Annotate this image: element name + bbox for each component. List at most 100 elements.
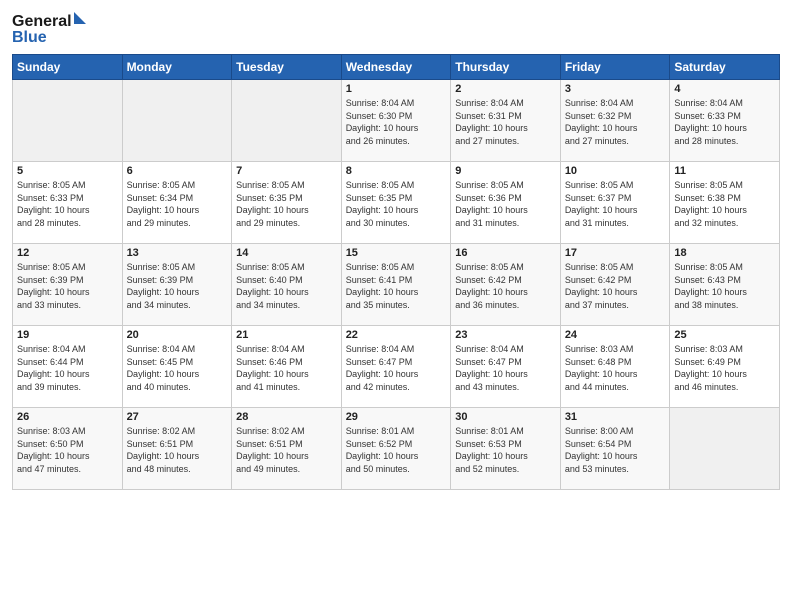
day-info: Sunrise: 8:01 AM Sunset: 6:53 PM Dayligh… <box>455 425 556 475</box>
day-info: Sunrise: 8:05 AM Sunset: 6:34 PM Dayligh… <box>127 179 228 229</box>
day-number: 21 <box>236 329 337 341</box>
week-row-4: 19 Sunrise: 8:04 AM Sunset: 6:44 PM Dayli… <box>13 326 780 408</box>
day-cell: 28 Sunrise: 8:02 AM Sunset: 6:51 PM Dayli… <box>232 408 342 490</box>
day-cell: 30 Sunrise: 8:01 AM Sunset: 6:53 PM Dayli… <box>451 408 561 490</box>
day-info: Sunrise: 8:02 AM Sunset: 6:51 PM Dayligh… <box>236 425 337 475</box>
day-number: 16 <box>455 247 556 259</box>
day-number: 27 <box>127 411 228 423</box>
day-cell <box>670 408 780 490</box>
day-number: 1 <box>346 83 447 95</box>
day-info: Sunrise: 8:05 AM Sunset: 6:42 PM Dayligh… <box>455 261 556 311</box>
day-cell: 27 Sunrise: 8:02 AM Sunset: 6:51 PM Dayli… <box>122 408 232 490</box>
day-info: Sunrise: 8:04 AM Sunset: 6:46 PM Dayligh… <box>236 343 337 393</box>
header: GeneralBlue <box>12 10 780 46</box>
day-info: Sunrise: 8:05 AM Sunset: 6:40 PM Dayligh… <box>236 261 337 311</box>
day-info: Sunrise: 8:02 AM Sunset: 6:51 PM Dayligh… <box>127 425 228 475</box>
day-info: Sunrise: 8:05 AM Sunset: 6:38 PM Dayligh… <box>674 179 775 229</box>
day-number: 22 <box>346 329 447 341</box>
day-cell: 5 Sunrise: 8:05 AM Sunset: 6:33 PM Daylig… <box>13 162 123 244</box>
day-cell: 8 Sunrise: 8:05 AM Sunset: 6:35 PM Daylig… <box>341 162 451 244</box>
day-info: Sunrise: 8:05 AM Sunset: 6:35 PM Dayligh… <box>346 179 447 229</box>
day-number: 9 <box>455 165 556 177</box>
day-cell: 22Sunrise: 8:04 AM Sunset: 6:47 PM Dayli… <box>341 326 451 408</box>
day-number: 28 <box>236 411 337 423</box>
day-number: 14 <box>236 247 337 259</box>
day-number: 11 <box>674 165 775 177</box>
day-info: Sunrise: 8:03 AM Sunset: 6:50 PM Dayligh… <box>17 425 118 475</box>
day-number: 12 <box>17 247 118 259</box>
day-cell: 15 Sunrise: 8:05 AM Sunset: 6:41 PM Dayli… <box>341 244 451 326</box>
day-number: 18 <box>674 247 775 259</box>
day-cell <box>122 80 232 162</box>
day-number: 2 <box>455 83 556 95</box>
day-cell: 18 Sunrise: 8:05 AM Sunset: 6:43 PM Dayli… <box>670 244 780 326</box>
day-info: Sunrise: 8:04 AM Sunset: 6:32 PM Dayligh… <box>565 97 666 147</box>
svg-text:Blue: Blue <box>12 29 47 46</box>
calendar-body: 1Sunrise: 8:04 AM Sunset: 6:30 PM Daylig… <box>13 80 780 490</box>
day-cell: 1Sunrise: 8:04 AM Sunset: 6:30 PM Daylig… <box>341 80 451 162</box>
day-cell: 14 Sunrise: 8:05 AM Sunset: 6:40 PM Dayli… <box>232 244 342 326</box>
day-number: 26 <box>17 411 118 423</box>
day-number: 19 <box>17 329 118 341</box>
day-cell: 16 Sunrise: 8:05 AM Sunset: 6:42 PM Dayli… <box>451 244 561 326</box>
day-number: 17 <box>565 247 666 259</box>
day-info: Sunrise: 8:05 AM Sunset: 6:42 PM Dayligh… <box>565 261 666 311</box>
header-cell-wednesday: Wednesday <box>341 55 451 80</box>
day-info: Sunrise: 8:05 AM Sunset: 6:41 PM Dayligh… <box>346 261 447 311</box>
day-info: Sunrise: 8:01 AM Sunset: 6:52 PM Dayligh… <box>346 425 447 475</box>
day-info: Sunrise: 8:04 AM Sunset: 6:31 PM Dayligh… <box>455 97 556 147</box>
day-info: Sunrise: 8:05 AM Sunset: 6:43 PM Dayligh… <box>674 261 775 311</box>
day-cell <box>232 80 342 162</box>
header-cell-saturday: Saturday <box>670 55 780 80</box>
logo: GeneralBlue <box>12 10 92 46</box>
day-info: Sunrise: 8:05 AM Sunset: 6:33 PM Dayligh… <box>17 179 118 229</box>
day-number: 31 <box>565 411 666 423</box>
day-number: 3 <box>565 83 666 95</box>
day-cell: 9 Sunrise: 8:05 AM Sunset: 6:36 PM Daylig… <box>451 162 561 244</box>
day-cell: 3 Sunrise: 8:04 AM Sunset: 6:32 PM Daylig… <box>560 80 670 162</box>
day-number: 23 <box>455 329 556 341</box>
header-cell-tuesday: Tuesday <box>232 55 342 80</box>
day-info: Sunrise: 8:05 AM Sunset: 6:36 PM Dayligh… <box>455 179 556 229</box>
day-number: 29 <box>346 411 447 423</box>
day-number: 20 <box>127 329 228 341</box>
day-number: 15 <box>346 247 447 259</box>
day-cell: 24 Sunrise: 8:03 AM Sunset: 6:48 PM Dayli… <box>560 326 670 408</box>
day-cell <box>13 80 123 162</box>
page-container: GeneralBlue SundayMondayTuesdayWednesday… <box>0 0 792 498</box>
day-cell: 29 Sunrise: 8:01 AM Sunset: 6:52 PM Dayli… <box>341 408 451 490</box>
day-info: Sunrise: 8:04 AM Sunset: 6:33 PM Dayligh… <box>674 97 775 147</box>
day-cell: 12Sunrise: 8:05 AM Sunset: 6:39 PM Dayli… <box>13 244 123 326</box>
week-row-2: 5 Sunrise: 8:05 AM Sunset: 6:33 PM Daylig… <box>13 162 780 244</box>
svg-text:General: General <box>12 13 72 30</box>
week-row-5: 26 Sunrise: 8:03 AM Sunset: 6:50 PM Dayli… <box>13 408 780 490</box>
day-number: 7 <box>236 165 337 177</box>
calendar-table: SundayMondayTuesdayWednesdayThursdayFrid… <box>12 54 780 490</box>
day-cell: 10Sunrise: 8:05 AM Sunset: 6:37 PM Dayli… <box>560 162 670 244</box>
day-cell: 31 Sunrise: 8:00 AM Sunset: 6:54 PM Dayli… <box>560 408 670 490</box>
day-number: 5 <box>17 165 118 177</box>
day-number: 30 <box>455 411 556 423</box>
day-info: Sunrise: 8:00 AM Sunset: 6:54 PM Dayligh… <box>565 425 666 475</box>
day-cell: 19 Sunrise: 8:04 AM Sunset: 6:44 PM Dayli… <box>13 326 123 408</box>
day-cell: 25 Sunrise: 8:03 AM Sunset: 6:49 PM Dayli… <box>670 326 780 408</box>
day-number: 24 <box>565 329 666 341</box>
day-cell: 7Sunrise: 8:05 AM Sunset: 6:35 PM Daylig… <box>232 162 342 244</box>
day-info: Sunrise: 8:04 AM Sunset: 6:44 PM Dayligh… <box>17 343 118 393</box>
day-cell: 2 Sunrise: 8:04 AM Sunset: 6:31 PM Daylig… <box>451 80 561 162</box>
day-number: 10 <box>565 165 666 177</box>
header-cell-thursday: Thursday <box>451 55 561 80</box>
day-cell: 11 Sunrise: 8:05 AM Sunset: 6:38 PM Dayli… <box>670 162 780 244</box>
day-number: 8 <box>346 165 447 177</box>
day-info: Sunrise: 8:04 AM Sunset: 6:45 PM Dayligh… <box>127 343 228 393</box>
day-number: 25 <box>674 329 775 341</box>
day-cell: 4Sunrise: 8:04 AM Sunset: 6:33 PM Daylig… <box>670 80 780 162</box>
week-row-3: 12Sunrise: 8:05 AM Sunset: 6:39 PM Dayli… <box>13 244 780 326</box>
day-info: Sunrise: 8:03 AM Sunset: 6:48 PM Dayligh… <box>565 343 666 393</box>
day-info: Sunrise: 8:03 AM Sunset: 6:49 PM Dayligh… <box>674 343 775 393</box>
day-cell: 17 Sunrise: 8:05 AM Sunset: 6:42 PM Dayli… <box>560 244 670 326</box>
header-cell-sunday: Sunday <box>13 55 123 80</box>
day-number: 6 <box>127 165 228 177</box>
day-cell: 6 Sunrise: 8:05 AM Sunset: 6:34 PM Daylig… <box>122 162 232 244</box>
day-cell: 20 Sunrise: 8:04 AM Sunset: 6:45 PM Dayli… <box>122 326 232 408</box>
